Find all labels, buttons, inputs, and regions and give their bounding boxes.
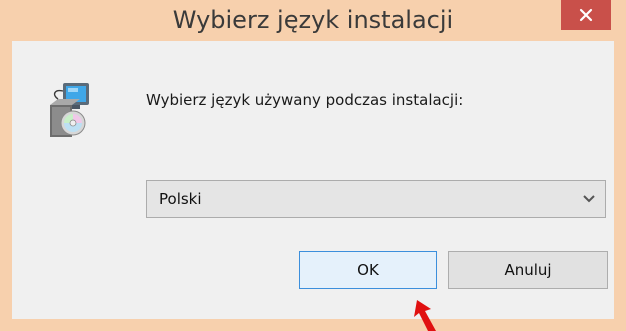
cancel-button[interactable]: Anuluj: [448, 251, 608, 289]
window-title: Wybierz język instalacji: [172, 6, 454, 34]
close-button[interactable]: [561, 0, 611, 30]
language-select-value: Polski: [159, 190, 202, 208]
language-prompt: Wybierz język używany podczas instalacji…: [146, 91, 464, 109]
language-select[interactable]: Polski: [146, 180, 606, 218]
installer-language-dialog: Wybierz język instalacji Wybierz język u…: [0, 0, 626, 331]
chevron-down-icon: [583, 195, 595, 203]
installer-icon: [50, 83, 89, 137]
close-icon: [579, 8, 593, 22]
ok-button[interactable]: OK: [299, 251, 437, 289]
title-bar[interactable]: Wybierz język instalacji: [0, 0, 626, 40]
dialog-client-area: Wybierz język używany podczas instalacji…: [12, 41, 614, 319]
red-arrow-icon: [414, 300, 436, 331]
